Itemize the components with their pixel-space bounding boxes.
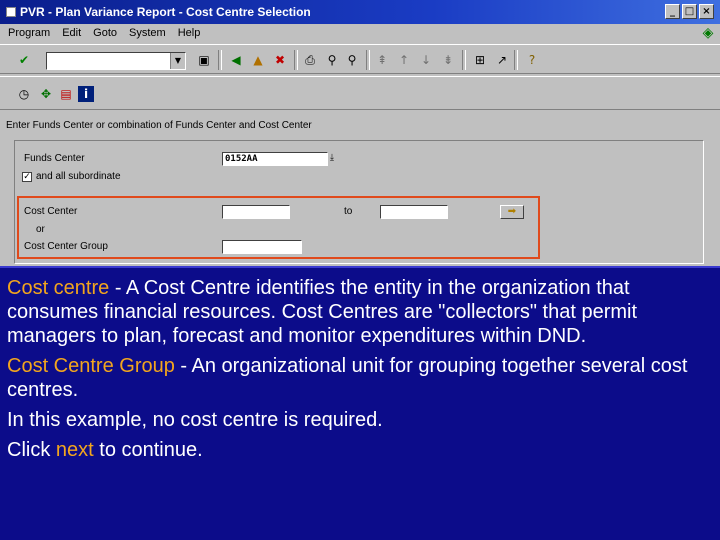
continue-instruction: Click next to continue. (7, 438, 714, 462)
exit-icon[interactable]: ▲ (250, 52, 266, 68)
save-icon[interactable]: ▣ (196, 52, 212, 68)
menu-goto[interactable]: Goto (93, 27, 117, 39)
next-link[interactable]: next (56, 439, 94, 461)
cost-centre-group-definition: Cost Centre Group - An organizational un… (7, 354, 714, 402)
instruction-text: to continue. (93, 439, 203, 461)
menu-bar: Program Edit Goto System Help ◈ (0, 24, 720, 42)
selection-options-icon[interactable]: ✥ (38, 86, 54, 102)
example-note: In this example, no cost centre is requi… (7, 409, 383, 431)
funds-center-input[interactable]: 0152AA (222, 152, 328, 166)
previous-page-icon[interactable]: ↑ (396, 52, 412, 68)
menu-edit[interactable]: Edit (62, 27, 81, 39)
enter-check-icon[interactable]: ✔ (16, 52, 32, 68)
shortcut-icon[interactable]: ↗ (494, 52, 510, 68)
info-icon[interactable]: i (78, 86, 94, 102)
back-icon[interactable]: ◀ (228, 52, 244, 68)
help-icon[interactable]: ? (524, 52, 540, 68)
instruction-text: Click (7, 439, 56, 461)
find-icon[interactable]: ⚲ (324, 52, 340, 68)
application-toolbar: ◷ ✥ ▤ i (0, 76, 720, 110)
term-cost-centre-group: Cost Centre Group (7, 355, 175, 377)
chevron-down-icon[interactable]: ▼ (170, 53, 185, 69)
all-subordinate-label: and all subordinate (36, 171, 121, 182)
create-session-icon[interactable]: ⊞ (472, 52, 488, 68)
highlight-box (17, 196, 540, 259)
cost-centre-definition: Cost centre - A Cost Centre identifies t… (7, 276, 714, 348)
menu-system[interactable]: System (129, 27, 166, 39)
window-title: PVR - Plan Variance Report - Cost Centre… (20, 5, 311, 19)
all-subordinate-checkbox[interactable]: ✓ (22, 172, 32, 182)
last-page-icon[interactable]: ⇟ (440, 52, 456, 68)
term-cost-centre: Cost centre (7, 277, 110, 299)
print-icon[interactable]: ⎙ (302, 52, 318, 68)
funds-center-f4-icon[interactable]: ⤓ (330, 152, 334, 163)
funds-center-label: Funds Center (24, 153, 85, 164)
command-field[interactable]: ▼ (46, 52, 186, 70)
window-menu-icon[interactable] (6, 7, 16, 17)
cancel-icon[interactable]: ✖ (272, 52, 288, 68)
explanation-panel: Cost centre - A Cost Centre identifies t… (0, 266, 720, 540)
next-page-icon[interactable]: ↓ (418, 52, 434, 68)
standard-toolbar: ✔ ▼ ▣ ◀ ▲ ✖ ⎙ ⚲ ⚲ ⇞ ↑ ↓ ⇟ ⊞ ↗ ? (0, 44, 720, 74)
menu-program[interactable]: Program (8, 27, 50, 39)
delete-selection-icon[interactable]: ▤ (58, 86, 74, 102)
find-next-icon[interactable]: ⚲ (344, 52, 360, 68)
execute-clock-icon[interactable]: ◷ (16, 86, 32, 102)
title-bar: PVR - Plan Variance Report - Cost Centre… (0, 0, 720, 24)
section-title: Enter Funds Center or combination of Fun… (6, 120, 312, 131)
menu-help[interactable]: Help (178, 27, 201, 39)
first-page-icon[interactable]: ⇞ (374, 52, 390, 68)
close-button[interactable]: × (699, 4, 714, 19)
maximize-button[interactable]: □ (682, 4, 697, 19)
minimize-button[interactable]: _ (665, 4, 680, 19)
sap-logo-icon: ◈ (702, 25, 714, 41)
